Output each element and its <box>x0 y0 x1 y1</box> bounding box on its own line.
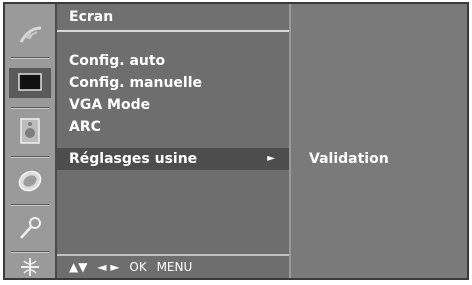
menu-item-reglages-usine[interactable]: Réglasges usine ► <box>57 148 289 170</box>
menu-item-arc[interactable]: ARC <box>57 116 289 138</box>
submenu-item-validation[interactable]: Validation <box>309 148 389 170</box>
menu-item-label: Réglasges usine <box>69 151 198 167</box>
screen-icon <box>18 73 42 91</box>
osd-panel: Ecran Config. auto Config. manuelle VGA … <box>3 2 469 280</box>
menu-panel: Ecran Config. auto Config. manuelle VGA … <box>57 4 289 278</box>
menu-item-config-manuelle[interactable]: Config. manuelle <box>57 72 289 94</box>
sidebar-item-screen[interactable] <box>9 68 51 98</box>
menu-item-label: ARC <box>69 119 101 135</box>
sidebar-item-lock[interactable] <box>9 214 51 244</box>
chevron-right-icon: ► <box>267 153 275 164</box>
menu-item-vga-mode[interactable]: VGA Mode <box>57 94 289 116</box>
menu-title: Ecran <box>57 4 289 30</box>
sidebar-item-time[interactable] <box>9 166 51 196</box>
sidebar-item-network[interactable] <box>9 256 51 278</box>
menu-item-config-auto[interactable]: Config. auto <box>57 50 289 72</box>
screen-frame: Ecran Config. auto Config. manuelle VGA … <box>0 0 472 285</box>
network-icon <box>21 258 39 276</box>
submenu-panel: Validation <box>289 4 467 278</box>
up-down-nav-icon: ▲▼ <box>69 260 88 274</box>
speaker-icon <box>20 118 40 144</box>
menu-hint: MENU <box>156 260 193 274</box>
key-icon <box>20 217 41 239</box>
left-right-nav-icon: ◄ ► <box>97 260 120 274</box>
satellite-dish-icon <box>19 26 42 43</box>
clock-icon <box>18 170 42 192</box>
ok-hint: OK <box>129 260 147 274</box>
menu-item-label: Config. manuelle <box>69 75 203 91</box>
menu-item-label: Config. auto <box>69 53 166 69</box>
menu-item-label: VGA Mode <box>69 97 151 113</box>
sidebar-item-audio[interactable] <box>9 116 51 146</box>
icon-sidebar <box>5 4 57 278</box>
menu-footer: ▲▼ ◄ ► OK MENU <box>57 256 289 278</box>
sidebar-item-setup[interactable] <box>9 20 51 50</box>
